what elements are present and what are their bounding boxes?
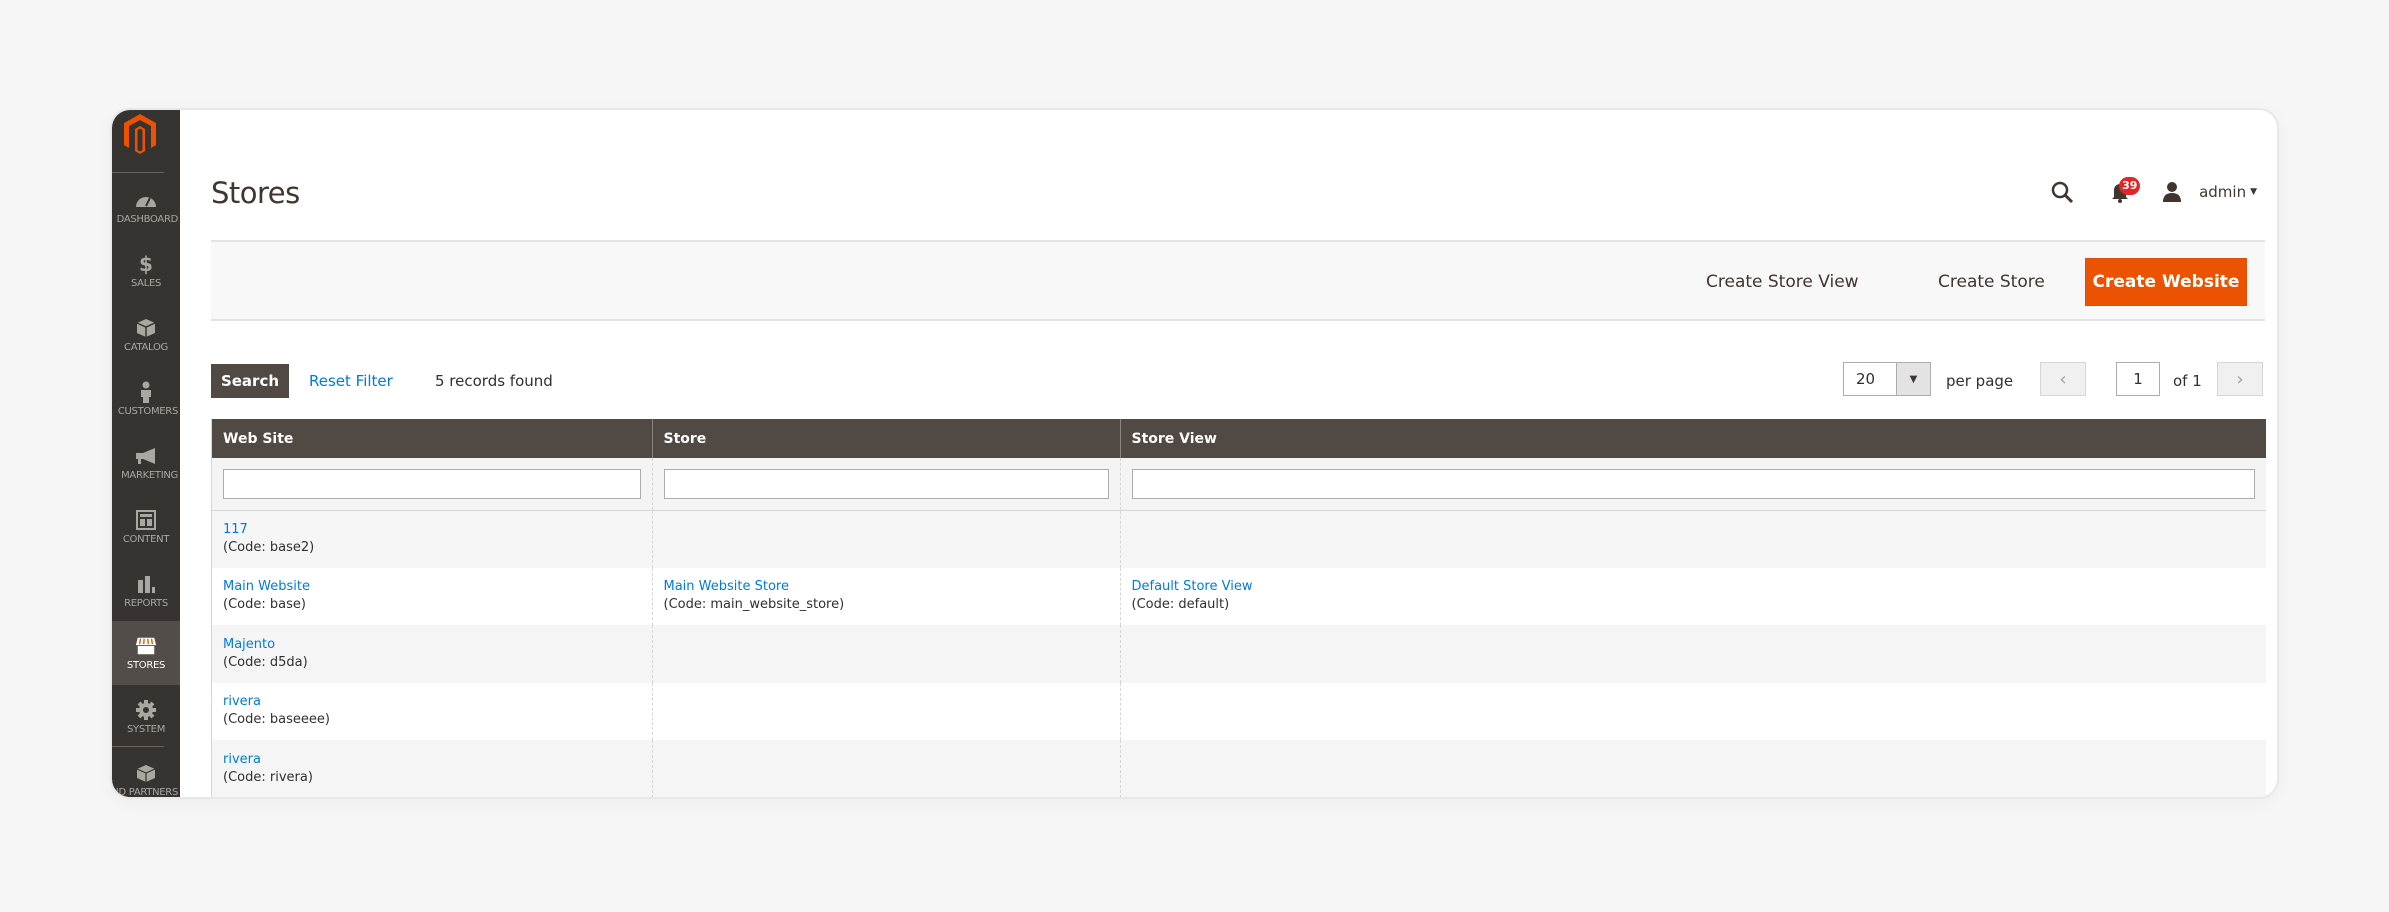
sidebar-item-reports[interactable]: REPORTS <box>112 559 180 623</box>
gear-icon <box>135 699 157 721</box>
previous-page-button[interactable]: ‹ <box>2040 362 2086 396</box>
create-store-button[interactable]: Create Store <box>1938 262 2045 302</box>
sidebar-item-content[interactable]: CONTENT <box>112 495 180 559</box>
search-button[interactable]: Search <box>211 364 289 398</box>
partners-icon <box>135 762 157 784</box>
notification-badge: 39 <box>2119 177 2141 195</box>
bar-chart-icon <box>135 573 157 595</box>
column-header-store[interactable]: Store <box>651 419 1120 458</box>
website-filter-input[interactable] <box>223 468 641 499</box>
sidebar-item-label: REPORTS <box>124 598 168 609</box>
stores-table: Web Site Store Store View 117 (Code: base… <box>212 419 2266 797</box>
website-link[interactable]: 117 <box>223 521 641 539</box>
sidebar-item-customers[interactable]: CUSTOMERS <box>112 367 180 431</box>
store-view-filter-input[interactable] <box>1131 468 2255 499</box>
table-row: 117 (Code: base2) <box>212 510 2266 568</box>
layout-icon <box>135 509 157 531</box>
website-code: (Code: base) <box>223 597 306 613</box>
sidebar-item-stores[interactable]: STORES <box>112 621 180 685</box>
sidebar-item-label: SYSTEM <box>126 724 166 735</box>
website-code: (Code: rivera) <box>223 769 313 785</box>
sidebar-item-find-partners[interactable]: FIND PARTNERS <box>112 748 180 797</box>
sidebar-divider <box>112 746 164 747</box>
sidebar-item-label: CONTENT <box>122 534 170 545</box>
grid-toolbar: Search Reset Filter 5 records found 20 ▼… <box>211 362 2265 398</box>
store-filter-input[interactable] <box>663 468 1109 499</box>
column-header-website[interactable]: Web Site <box>212 419 652 458</box>
megaphone-icon <box>135 445 157 467</box>
website-link[interactable]: Majento <box>223 636 641 654</box>
create-website-button[interactable]: Create Website <box>2085 258 2247 306</box>
website-link[interactable]: rivera <box>223 751 641 769</box>
notifications-button[interactable]: 39 <box>2105 177 2141 207</box>
create-store-view-button[interactable]: Create Store View <box>1706 262 1859 302</box>
store-link[interactable]: Main Website Store <box>664 578 1109 596</box>
per-page-label: per page <box>1946 372 2014 390</box>
table-row: rivera (Code: rivera) <box>212 740 2266 797</box>
column-header-store-view[interactable]: Store View <box>1119 419 2266 458</box>
dashboard-icon <box>135 189 157 211</box>
sidebar-item-label: CUSTOMERS <box>117 406 178 417</box>
reset-filter-link[interactable]: Reset Filter <box>309 372 393 390</box>
page-title: Stores <box>211 176 300 210</box>
sidebar-item-system[interactable]: SYSTEM <box>112 685 180 749</box>
store-view-link[interactable]: Default Store View <box>1132 578 2256 596</box>
sidebar-item-label: DASHBOARD <box>116 214 179 225</box>
caret-down-icon[interactable]: ▼ <box>1896 363 1930 395</box>
per-page-value: 20 <box>1856 370 1876 388</box>
sidebar-item-label: STORES <box>126 660 166 671</box>
magento-logo[interactable] <box>120 112 160 156</box>
admin-username: admin <box>2199 183 2247 201</box>
sidebar-divider <box>112 172 164 173</box>
table-row: Main Website (Code: base) Main Website St… <box>212 567 2266 625</box>
caret-down-icon: ▼ <box>2250 187 2257 197</box>
total-pages-label: of 1 <box>2173 372 2202 390</box>
table-header-row: Web Site Store Store View <box>212 419 2266 458</box>
sidebar-item-sales[interactable]: $ SALES <box>112 239 180 303</box>
website-code: (Code: base2) <box>223 540 315 555</box>
person-icon <box>135 381 157 403</box>
website-code: (Code: d5da) <box>223 654 308 670</box>
admin-sidebar: DASHBOARD $ SALES CATALOG CUSTOMERS MARK… <box>112 110 180 797</box>
website-code: (Code: baseeee) <box>223 712 330 728</box>
table-row: rivera (Code: baseeee) <box>212 682 2266 740</box>
next-page-button[interactable]: › <box>2217 362 2263 396</box>
admin-user-menu[interactable]: admin ▼ <box>2199 183 2257 201</box>
box-icon <box>135 317 157 339</box>
sidebar-item-marketing[interactable]: MARKETING <box>112 431 180 495</box>
website-link[interactable]: Main Website <box>223 578 641 596</box>
header-actions: 39 admin ▼ <box>2047 174 2257 210</box>
filter-row <box>212 458 2266 511</box>
user-icon[interactable] <box>2157 177 2187 207</box>
website-link[interactable]: rivera <box>223 693 641 711</box>
table-row: Majento (Code: d5da) <box>212 625 2266 683</box>
chevron-right-icon: › <box>2236 368 2244 390</box>
storefront-icon <box>135 635 157 657</box>
page-actions-bar: Create Store View Create Store Create We… <box>211 240 2265 321</box>
per-page-select[interactable]: 20 ▼ <box>1843 362 1931 396</box>
stores-grid: Web Site Store Store View 117 (Code: base… <box>211 419 2266 797</box>
store-view-code: (Code: default) <box>1131 597 1230 613</box>
chevron-left-icon: ‹ <box>2059 368 2067 390</box>
sidebar-item-label: SALES <box>130 278 162 289</box>
records-count: 5 records found <box>435 372 553 390</box>
sidebar-item-catalog[interactable]: CATALOG <box>112 303 180 367</box>
store-code: (Code: main_website_store) <box>663 597 845 613</box>
admin-window: DASHBOARD $ SALES CATALOG CUSTOMERS MARK… <box>112 110 2277 797</box>
current-page-input[interactable] <box>2116 362 2160 396</box>
sidebar-item-label: CATALOG <box>124 342 168 353</box>
search-icon[interactable] <box>2047 177 2077 207</box>
sidebar-item-dashboard[interactable]: DASHBOARD <box>112 175 180 239</box>
sidebar-item-label: MARKETING <box>121 470 178 481</box>
sidebar-item-label: FIND PARTNERS <box>112 787 178 797</box>
dollar-icon: $ <box>139 252 153 276</box>
